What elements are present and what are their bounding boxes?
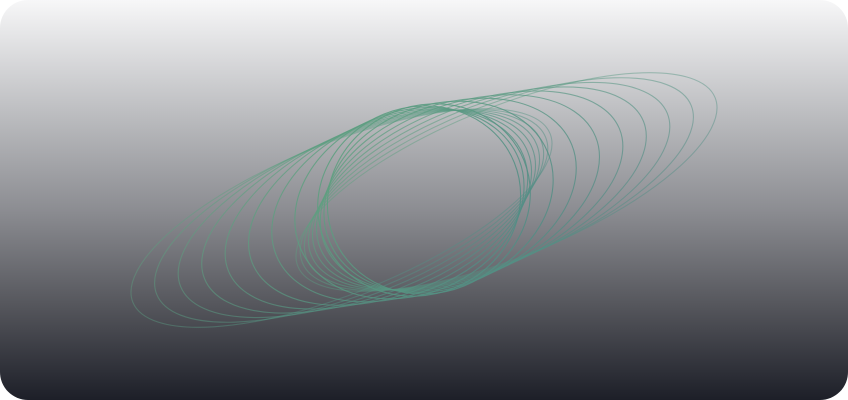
ring [295, 72, 718, 292]
hero-card [0, 0, 848, 400]
abstract-ring-artwork [130, 72, 718, 328]
ring [130, 108, 553, 328]
ring [303, 81, 671, 291]
ring [177, 109, 545, 319]
ring-group [130, 72, 718, 328]
